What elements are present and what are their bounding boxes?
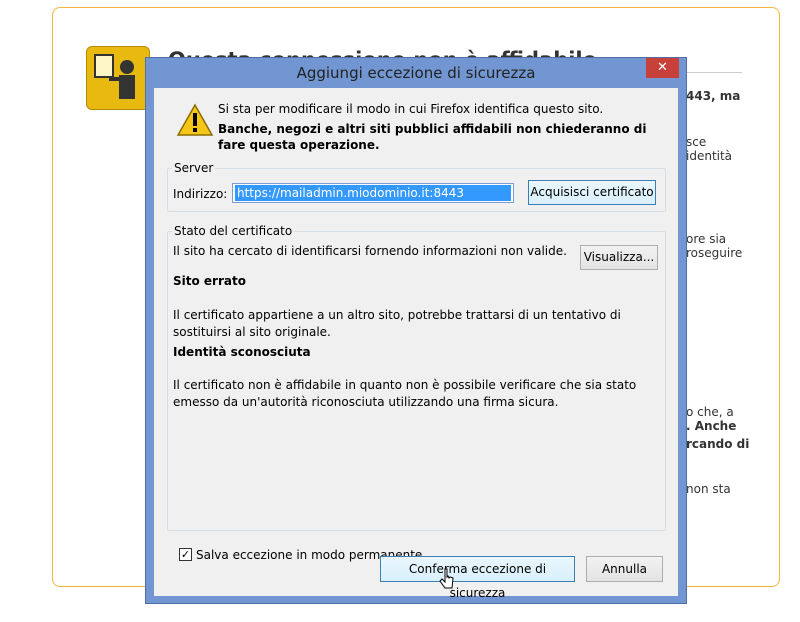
background-text-fragment: identità bbox=[686, 149, 733, 163]
server-group: Server Indirizzo: https://mailadmin.miod… bbox=[167, 161, 666, 212]
intro-text: Si sta per modificare il modo in cui Fir… bbox=[218, 101, 658, 153]
dialog-titlebar[interactable]: Aggiungi eccezione di sicurezza ✕ bbox=[146, 58, 686, 88]
certificate-status-group: Stato del certificato Il sito ha cercato… bbox=[167, 224, 666, 531]
warning-icon bbox=[176, 103, 214, 136]
get-certificate-button[interactable]: Acquisisci certificato bbox=[528, 180, 656, 205]
checkmark-icon: ✓ bbox=[180, 548, 191, 561]
cert-status-legend: Stato del certificato bbox=[172, 224, 295, 238]
address-label: Indirizzo: bbox=[173, 187, 228, 201]
permanent-exception-checkbox[interactable]: ✓ bbox=[179, 548, 192, 561]
address-input[interactable]: https://mailadmin.miodominio.it:8443 bbox=[232, 183, 514, 203]
background-text-fragment: . Anche bbox=[686, 419, 737, 433]
security-officer-icon bbox=[86, 46, 150, 110]
add-exception-dialog: Aggiungi eccezione di sicurezza ✕ Si sta… bbox=[145, 57, 687, 604]
background-text-fragment: non sta bbox=[686, 482, 731, 496]
mouse-cursor-icon bbox=[439, 568, 454, 589]
warning-text: Banche, negozi e altri siti pubblici aff… bbox=[218, 122, 647, 152]
close-button[interactable]: ✕ bbox=[646, 58, 679, 78]
intro-line: Si sta per modificare il modo in cui Fir… bbox=[218, 102, 604, 116]
cancel-button[interactable]: Annulla bbox=[586, 556, 663, 582]
wrong-site-heading: Sito errato bbox=[173, 274, 246, 288]
background-text-fragment: roseguire bbox=[686, 246, 743, 260]
background-text-fragment: rcando di bbox=[686, 437, 750, 451]
unknown-identity-text: Il certificato non è affidabile in quant… bbox=[173, 378, 637, 409]
unknown-identity-heading: Identità sconosciuta bbox=[173, 345, 311, 359]
confirm-exception-button[interactable]: Conferma eccezione di sicurezza bbox=[380, 556, 575, 600]
dialog-title: Aggiungi eccezione di sicurezza bbox=[296, 64, 536, 82]
dialog-content: Si sta per modificare il modo in cui Fir… bbox=[154, 88, 678, 600]
cert-summary: Il sito ha cercato di identificarsi forn… bbox=[173, 244, 567, 258]
close-icon: ✕ bbox=[657, 60, 668, 75]
wrong-site-text: Il certificato appartiene a un altro sit… bbox=[173, 308, 621, 339]
server-legend: Server bbox=[172, 161, 216, 175]
view-certificate-button[interactable]: Visualizza... bbox=[580, 245, 658, 270]
background-text-fragment: 443, ma bbox=[686, 89, 741, 103]
address-value: https://mailadmin.miodominio.it:8443 bbox=[235, 185, 511, 201]
